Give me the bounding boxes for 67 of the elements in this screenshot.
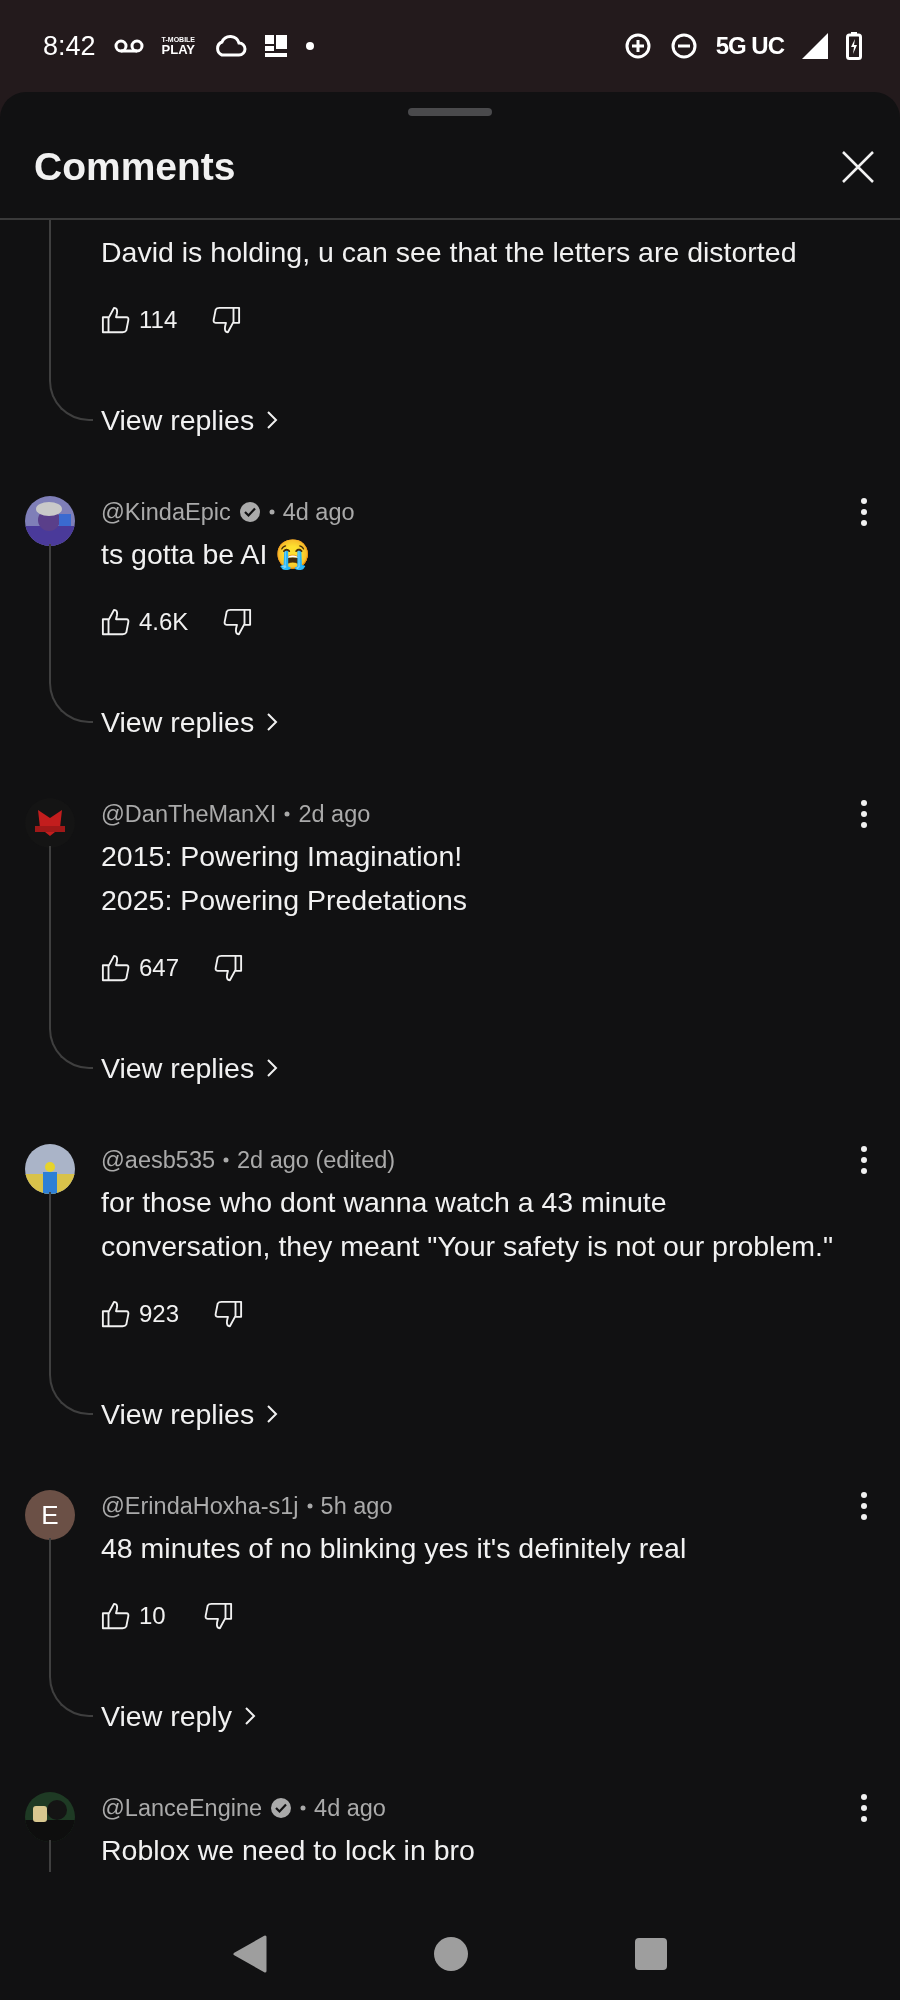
sheet-title: Comments <box>34 145 236 189</box>
thumbs-down-icon[interactable] <box>203 1601 233 1631</box>
comment-text: Roblox we need to lock in bro <box>101 1833 476 1868</box>
view-replies-link[interactable]: View replies <box>101 1044 279 1092</box>
chevron-right-icon <box>243 1706 256 1726</box>
comment-author[interactable]: @KindaEpic <box>101 498 231 526</box>
more-options-icon[interactable] <box>860 799 868 829</box>
view-replies-link[interactable]: View reply <box>101 1692 256 1740</box>
chevron-right-icon <box>266 1404 279 1424</box>
comment-time: 5h ago <box>320 1492 393 1520</box>
separator-dot-icon <box>223 1157 230 1163</box>
thumbs-down-icon[interactable] <box>213 953 244 983</box>
battery-icon <box>846 32 862 60</box>
thumbs-down-icon[interactable] <box>211 305 242 335</box>
chevron-right-icon <box>266 712 279 732</box>
signal-icon <box>802 33 828 59</box>
more-options-icon[interactable] <box>860 1491 868 1521</box>
comment-text: ts gotta be AI 😭 <box>101 537 312 572</box>
separator-dot-icon <box>268 509 275 515</box>
thumbs-down-icon[interactable] <box>222 607 253 637</box>
recents-button[interactable] <box>635 1937 667 1973</box>
comment-time: 4d ago <box>314 1794 386 1822</box>
dot-icon <box>305 41 316 51</box>
grid-icon <box>265 35 288 57</box>
view-replies-link[interactable]: View replies <box>101 1390 279 1438</box>
voicemail-icon <box>113 38 144 54</box>
chevron-right-icon <box>266 410 279 430</box>
drag-handle[interactable] <box>408 108 492 116</box>
chevron-right-icon <box>266 1058 279 1078</box>
more-options-icon[interactable] <box>860 497 868 527</box>
close-button[interactable] <box>840 149 876 185</box>
thumbs-up-icon[interactable] <box>101 607 131 637</box>
cloud-icon <box>213 34 248 58</box>
comment-author[interactable]: @ErindaHoxha-s1j <box>101 1492 299 1520</box>
carrier-label: PLAY <box>161 43 196 56</box>
thumbs-up-icon[interactable] <box>101 953 131 983</box>
thumbs-down-icon[interactable] <box>213 1299 244 1329</box>
comment-author[interactable]: @aesb535 <box>101 1146 216 1174</box>
like-count: 4.6K <box>139 608 189 636</box>
like-count: 647 <box>139 954 180 982</box>
comment-text: for those who dont wanna watch a 43 minute conversation, they meant "Your safety is not our problem." <box>101 1185 835 1264</box>
plus-circle-icon <box>623 32 652 60</box>
like-count: 10 <box>139 1602 167 1630</box>
view-replies-link[interactable]: View replies <box>101 698 279 746</box>
network-label: 5G UC <box>715 32 784 60</box>
avatar[interactable]: E <box>25 1490 75 1540</box>
thumbs-up-icon[interactable] <box>101 1601 131 1631</box>
thumbs-up-icon[interactable] <box>101 1299 131 1329</box>
separator-dot-icon <box>300 1805 307 1811</box>
separator-dot-icon <box>306 1503 313 1509</box>
comment-time: 2d ago (edited) <box>237 1146 396 1174</box>
thumbs-up-icon[interactable] <box>101 305 131 335</box>
like-count: 114 <box>139 306 178 334</box>
comment-text: David is holding, u can see that the letters are distorted <box>101 235 798 270</box>
comment-author[interactable]: @DanTheManXI <box>101 800 277 828</box>
comment-time: 4d ago <box>282 498 355 526</box>
more-options-icon[interactable] <box>860 1793 868 1823</box>
minus-circle-icon <box>669 32 698 60</box>
comment-text: 48 minutes of no blinking yes it's definitely real <box>101 1531 688 1566</box>
separator-dot-icon <box>284 811 291 817</box>
like-count: 923 <box>139 1300 180 1328</box>
comment-time: 2d ago <box>298 800 371 828</box>
comment-text: 2015: Powering Imagination! 2025: Powering Predetations <box>101 839 468 918</box>
clock-time: 8:42 <box>43 30 96 62</box>
comment-author[interactable]: @LanceEngine <box>101 1794 263 1822</box>
more-options-icon[interactable] <box>860 1145 868 1175</box>
view-replies-link[interactable]: View replies <box>101 396 279 444</box>
